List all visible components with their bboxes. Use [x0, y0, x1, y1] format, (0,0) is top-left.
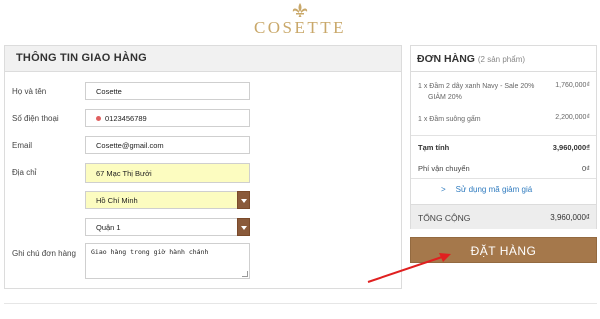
divider — [411, 178, 596, 179]
address-label: Địa chỉ — [12, 168, 37, 177]
address-field[interactable]: 67 Mạc Thị Bưởi — [85, 163, 250, 183]
brand-name: COSETTE — [253, 18, 347, 37]
order-note-value: Giao hàng trong giờ hành chánh — [91, 248, 209, 256]
order-title: ĐƠN HÀNG — [417, 53, 475, 65]
name-field[interactable]: Cosette — [85, 82, 250, 100]
order-note-textarea[interactable]: Giao hàng trong giờ hành chánh — [85, 243, 250, 279]
order-item-price: 1,760,000₫ — [555, 82, 590, 89]
district-select-value: Quận 1 — [96, 223, 121, 232]
coupon-link-label: Sử dụng mã giảm giá — [455, 185, 533, 194]
divider — [411, 135, 596, 136]
phone-label: Số điện thoại — [12, 114, 59, 123]
shipping-info-title: THÔNG TIN GIAO HÀNG — [5, 46, 401, 72]
shipping-fee-label: Phí vận chuyển — [418, 164, 470, 173]
required-dot-icon — [96, 116, 101, 121]
name-label: Họ và tên — [12, 87, 47, 96]
order-summary-panel: ĐƠN HÀNG (2 sản phẩm) 1 x Đầm 2 dây xanh… — [410, 45, 597, 229]
order-item-name: 1 x Đầm 2 dây xanh Navy - Sale 20% GIẢM … — [418, 81, 534, 103]
address-field-value: 67 Mạc Thị Bưởi — [96, 169, 152, 178]
shipping-info-panel: THÔNG TIN GIAO HÀNG Họ và tên Cosette Số… — [4, 45, 402, 289]
order-item-count: (2 sản phẩm) — [477, 55, 526, 64]
total-value: 3,960,000₫ — [550, 213, 590, 222]
chevron-right-icon: > — [441, 185, 446, 194]
email-field[interactable]: Cosette@gmail.com — [85, 136, 250, 154]
chevron-down-icon[interactable] — [237, 191, 250, 209]
order-item-name: 1 x Đầm suông gấm — [418, 114, 481, 125]
email-label: Email — [12, 141, 33, 150]
order-summary-title: ĐƠN HÀNG (2 sản phẩm) — [411, 46, 596, 72]
total-bar: TỔNG CỘNG 3,960,000₫ — [411, 204, 596, 229]
resize-grip-icon[interactable] — [242, 271, 248, 277]
note-label: Ghi chú đơn hàng — [12, 249, 76, 258]
subtotal-label: Tạm tính — [418, 143, 450, 152]
brand-logo: COSETTE — [0, 0, 600, 44]
order-item-name-line: 1 x Đầm 2 dây xanh Navy - Sale 20% — [418, 83, 535, 90]
email-field-value: Cosette@gmail.com — [96, 141, 164, 150]
shipping-fee-value: 0₫ — [581, 164, 590, 173]
total-label: TỔNG CỘNG — [418, 213, 471, 223]
order-item-price: 2,200,000₫ — [555, 114, 590, 121]
order-item-name-line: 1 x Đầm suông gấm — [418, 116, 481, 123]
district-select[interactable]: Quận 1 — [85, 218, 250, 236]
subtotal-value: 3,960,000₫ — [552, 143, 590, 152]
red-arrow-icon — [367, 253, 451, 283]
city-select[interactable]: Hồ Chí Minh — [85, 191, 250, 209]
city-select-value: Hồ Chí Minh — [96, 196, 138, 205]
chevron-down-icon[interactable] — [237, 218, 250, 236]
order-item-discount-line: GIẢM 20% — [428, 94, 462, 101]
name-field-value: Cosette — [96, 87, 122, 96]
phone-field[interactable]: 0123456789 — [85, 109, 250, 127]
coupon-link[interactable]: > Sử dụng mã giảm giá — [441, 185, 532, 194]
phone-field-value: 0123456789 — [105, 114, 147, 123]
fleur-de-lis-icon — [292, 3, 308, 17]
divider — [4, 303, 597, 304]
